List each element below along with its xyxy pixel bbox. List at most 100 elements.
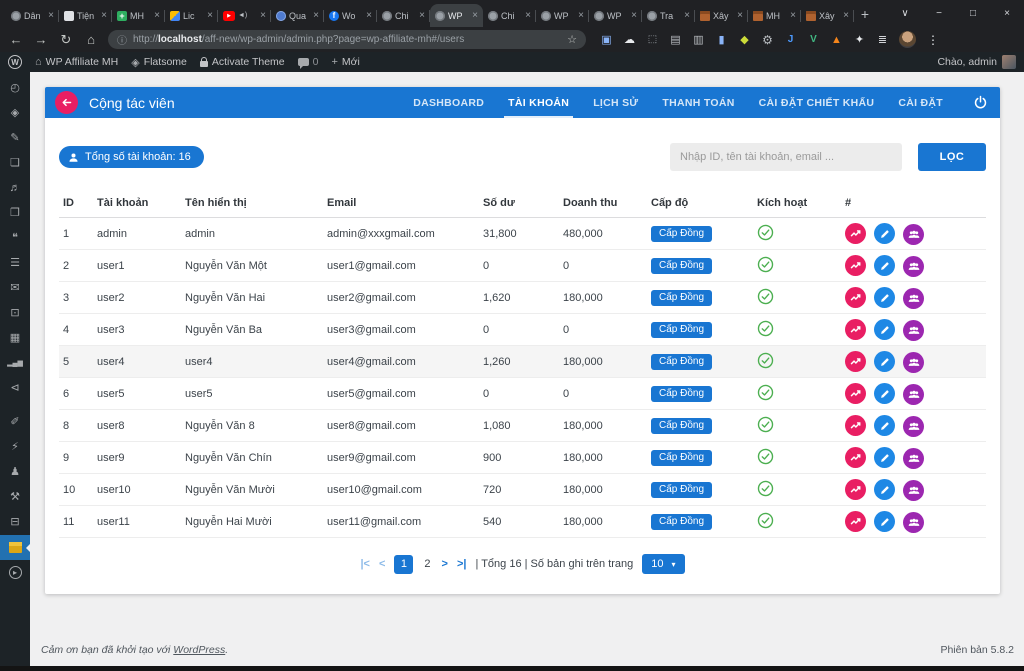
page-number-button[interactable]: 1 [394, 555, 413, 574]
last-page-button[interactable]: >| [457, 558, 467, 570]
tab-close-icon[interactable]: × [154, 10, 160, 21]
tab-close-icon[interactable]: × [260, 10, 266, 21]
admin-avatar[interactable] [1002, 55, 1016, 69]
browser-tab[interactable]: ◄) Tra × [642, 4, 695, 27]
browser-tab[interactable]: ◄) Lic × [165, 4, 218, 27]
tab-close-icon[interactable]: × [48, 10, 54, 21]
stats-action-button[interactable] [845, 447, 866, 468]
browser-tab[interactable]: ◄) × [218, 4, 271, 27]
wordpress-logo-icon[interactable]: W [8, 55, 22, 69]
sidebar-item[interactable]: ❝ [0, 226, 30, 251]
browser-tab[interactable]: ◄) Xây × [695, 4, 748, 27]
group-action-button[interactable] [903, 448, 924, 469]
power-icon[interactable] [970, 93, 990, 113]
sidebar-item[interactable]: ⊟ [0, 510, 30, 535]
sidebar-item[interactable]: ⊲ [0, 376, 30, 401]
sidebar-item[interactable]: ▦ [0, 326, 30, 351]
sidebar-item[interactable]: ◈ [0, 101, 30, 126]
group-action-button[interactable] [903, 256, 924, 277]
tab-close-icon[interactable]: × [578, 10, 584, 21]
home-icon[interactable]: ⌂ [83, 32, 99, 47]
maximize-button[interactable]: □ [956, 0, 990, 27]
table-row[interactable]: 4 user3 Nguyễn Văn Ba user3@gmail.com 0 … [59, 314, 986, 346]
page-number-button[interactable]: 2 [422, 558, 432, 570]
extension-icon[interactable] [760, 32, 775, 47]
browser-tab[interactable]: ◄) Chi × [483, 4, 536, 27]
admin-bar-activate-theme[interactable]: Activate Theme [200, 56, 285, 68]
page-size-select[interactable]: 10 ▾ [642, 554, 684, 574]
extension-icon[interactable] [668, 32, 683, 47]
group-action-button[interactable] [903, 352, 924, 373]
tab-close-icon[interactable]: × [101, 10, 107, 21]
browser-tab[interactable]: ◄) Chi × [377, 4, 430, 27]
browser-menu-icon[interactable]: ⋮ [927, 33, 939, 47]
table-row[interactable]: 10 user10 Nguyễn Văn Mười user10@gmail.c… [59, 474, 986, 506]
browser-tab[interactable]: ◄) WP × [589, 4, 642, 27]
sidebar-item[interactable]: ✐ [0, 410, 30, 435]
sidebar-item[interactable]: ❏ [0, 151, 30, 176]
sidebar-item[interactable]: ♟ [0, 460, 30, 485]
sidebar-item[interactable] [0, 535, 30, 560]
browser-tab[interactable]: ◄) Wo × [324, 4, 377, 27]
table-row[interactable]: 3 user2 Nguyễn Văn Hai user2@gmail.com 1… [59, 282, 986, 314]
extension-icon[interactable] [645, 32, 660, 47]
stats-action-button[interactable] [845, 479, 866, 500]
group-action-button[interactable] [903, 512, 924, 533]
plugin-nav-tab[interactable]: CÀI ĐẶT CHIẾT KHẤU [747, 87, 887, 118]
extension-icon[interactable] [875, 32, 890, 47]
tab-close-icon[interactable]: × [207, 10, 213, 21]
address-bar[interactable]: ⓘ http://localhost/aff-new/wp-admin/admi… [108, 30, 586, 49]
group-action-button[interactable] [903, 480, 924, 501]
table-row[interactable]: 1 admin admin admin@xxxgmail.com 31,800 … [59, 218, 986, 250]
tab-close-icon[interactable]: × [737, 10, 743, 21]
plugin-nav-tab[interactable]: TÀI KHOẢN [496, 87, 581, 118]
search-input[interactable] [670, 143, 902, 171]
extension-icon[interactable] [806, 32, 821, 47]
browser-tab[interactable]: ◄) Tiện × [59, 4, 112, 27]
tab-close-icon[interactable]: × [472, 10, 478, 21]
extension-icon[interactable] [599, 32, 614, 47]
admin-bar-site[interactable]: ⌂ WP Affiliate MH [35, 56, 118, 68]
tab-audio-icon[interactable]: ◄) [238, 12, 247, 19]
table-row[interactable]: 8 user8 Nguyễn Văn 8 user8@gmail.com 1,0… [59, 410, 986, 442]
plugin-nav-tab[interactable]: LỊCH SỬ [581, 87, 650, 118]
extension-icon[interactable] [852, 32, 867, 47]
stats-action-button[interactable] [845, 351, 866, 372]
table-row[interactable]: 2 user1 Nguyễn Văn Một user1@gmail.com 0… [59, 250, 986, 282]
edit-action-button[interactable] [874, 511, 895, 532]
stats-action-button[interactable] [845, 287, 866, 308]
admin-bar-new[interactable]: + Mới [331, 56, 359, 68]
tab-close-icon[interactable]: × [313, 10, 319, 21]
tab-close-icon[interactable]: × [843, 10, 849, 21]
stats-action-button[interactable] [845, 255, 866, 276]
browser-tab[interactable]: ◄) WP × [430, 4, 483, 27]
sidebar-item[interactable]: ▂▄▆ [0, 351, 30, 376]
group-action-button[interactable] [903, 384, 924, 405]
extension-icon[interactable] [622, 32, 637, 47]
sidebar-item[interactable]: ⚒ [0, 485, 30, 510]
group-action-button[interactable] [903, 320, 924, 341]
close-window-button[interactable]: × [990, 0, 1024, 27]
site-info-icon[interactable]: ⓘ [117, 32, 127, 47]
tab-close-icon[interactable]: × [684, 10, 690, 21]
extension-icon[interactable] [783, 32, 798, 47]
edit-action-button[interactable] [874, 287, 895, 308]
extension-icon[interactable] [714, 32, 729, 47]
admin-greeting[interactable]: Chào, admin [937, 56, 997, 68]
sidebar-item[interactable]: ▸ [0, 560, 30, 585]
sidebar-item[interactable]: ◴ [0, 76, 30, 101]
edit-action-button[interactable] [874, 223, 895, 244]
plugin-nav-tab[interactable]: DASHBOARD [401, 87, 496, 118]
sidebar-item[interactable]: ☰ [0, 251, 30, 276]
stats-action-button[interactable] [845, 223, 866, 244]
forward-icon[interactable]: → [33, 32, 49, 47]
back-button[interactable] [55, 91, 78, 114]
edit-action-button[interactable] [874, 351, 895, 372]
prev-page-button[interactable]: < [379, 558, 385, 570]
sidebar-item[interactable]: ♬ [0, 176, 30, 201]
edit-action-button[interactable] [874, 415, 895, 436]
plugin-nav-tab[interactable]: CÀI ĐẶT [886, 87, 955, 118]
wordpress-link[interactable]: WordPress [173, 644, 225, 656]
back-icon[interactable]: ← [8, 32, 24, 47]
tab-close-icon[interactable]: × [419, 10, 425, 21]
